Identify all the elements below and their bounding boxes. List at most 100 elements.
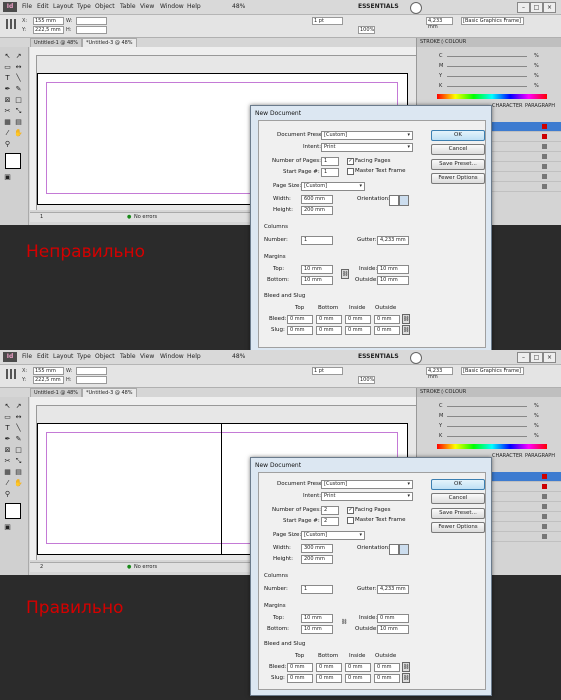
search-icon[interactable]	[410, 2, 422, 14]
workspace-switcher[interactable]: ESSENTIALS	[358, 353, 399, 360]
minimize-button[interactable]: –	[517, 352, 530, 363]
slug-inside-input[interactable]: 0 mm	[345, 326, 371, 335]
bleed-inside-input[interactable]: 0 mm	[345, 663, 371, 672]
slug-inside-input[interactable]: 0 mm	[345, 674, 371, 683]
cancel-button[interactable]: Cancel	[431, 493, 485, 504]
menu-layout[interactable]: Layout	[53, 353, 73, 360]
menu-edit[interactable]: Edit	[37, 353, 49, 360]
menu-window[interactable]: Window	[160, 3, 184, 10]
search-icon[interactable]	[410, 352, 422, 364]
rectangle-frame-tool-icon[interactable]: ⊠	[3, 446, 12, 455]
outside-margin-input[interactable]: 10 mm	[377, 625, 409, 634]
y-field[interactable]: 222,5 mm	[33, 376, 64, 384]
page-tool-icon[interactable]: ▭	[3, 63, 12, 72]
menu-table[interactable]: Table	[120, 3, 136, 10]
height-input[interactable]: 200 mm	[301, 555, 333, 564]
preflight-status[interactable]: No errors	[134, 214, 157, 220]
measure-field[interactable]: 4,233 mm	[426, 367, 453, 380]
intent-dropdown[interactable]: Print	[321, 143, 413, 152]
bleed-outside-input[interactable]: 0 mm	[374, 315, 400, 324]
link-bleed-icon[interactable]: ⛓	[402, 314, 410, 324]
pencil-tool-icon[interactable]: ✎	[14, 85, 23, 94]
zoom-level[interactable]: 48%	[232, 353, 245, 360]
width-input[interactable]: 600 mm	[301, 195, 333, 204]
normal-mode-icon[interactable]: ▣	[3, 523, 12, 532]
column-number-input[interactable]: 1	[301, 585, 333, 594]
tab-character[interactable]: CHARACTER	[492, 453, 522, 459]
bleed-outside-input[interactable]: 0 mm	[374, 663, 400, 672]
outside-margin-input[interactable]: 10 mm	[377, 276, 409, 285]
tab-colour[interactable]: ◊ COLOUR	[441, 39, 466, 45]
selection-tool-icon[interactable]: ↖	[3, 402, 12, 411]
menu-type[interactable]: Type	[77, 353, 91, 360]
channel-m-slider[interactable]	[447, 416, 527, 417]
menu-file[interactable]: File	[22, 3, 32, 10]
bleed-inside-input[interactable]: 0 mm	[345, 315, 371, 324]
gap-tool-icon[interactable]: ↔	[14, 63, 23, 72]
ok-button[interactable]: OK	[431, 130, 485, 141]
channel-c-slider[interactable]	[447, 406, 527, 407]
page-number[interactable]: 1	[40, 214, 43, 220]
cancel-button[interactable]: Cancel	[431, 144, 485, 155]
note-tool-icon[interactable]: ▤	[14, 468, 23, 477]
minimize-button[interactable]: –	[517, 2, 530, 13]
width-input[interactable]: 300 mm	[301, 544, 333, 553]
landscape-orientation-icon[interactable]	[399, 195, 409, 206]
rectangle-frame-tool-icon[interactable]: ⊠	[3, 96, 12, 105]
eyedropper-tool-icon[interactable]: ⁄	[3, 479, 12, 488]
colour-spectrum[interactable]	[437, 444, 547, 449]
menu-file[interactable]: File	[22, 353, 32, 360]
fewer-options-button[interactable]: Fewer Options	[431, 173, 485, 184]
column-number-input[interactable]: 1	[301, 236, 333, 245]
tab-colour[interactable]: ◊ COLOUR	[441, 389, 466, 395]
slug-top-input[interactable]: 0 mm	[287, 326, 313, 335]
page-number[interactable]: 2	[40, 564, 43, 570]
link-bleed-icon[interactable]: ⛓	[402, 662, 410, 672]
hand-tool-icon[interactable]: ✋	[14, 129, 23, 138]
start-page-input[interactable]: 2	[321, 517, 339, 526]
type-tool-icon[interactable]: T	[3, 424, 12, 433]
zoom-tool-icon[interactable]: ⚲	[3, 140, 12, 149]
direct-selection-tool-icon[interactable]: ↗	[14, 402, 23, 411]
menu-window[interactable]: Window	[160, 353, 184, 360]
channel-k-slider[interactable]	[447, 436, 527, 437]
selection-tool-icon[interactable]: ↖	[3, 52, 12, 61]
type-tool-icon[interactable]: T	[3, 74, 12, 83]
ok-button[interactable]: OK	[431, 479, 485, 490]
channel-c-slider[interactable]	[447, 56, 527, 57]
link-slug-icon[interactable]: ⛓	[402, 325, 410, 335]
opacity-field[interactable]: 100%	[358, 376, 375, 384]
close-button[interactable]: ×	[543, 352, 556, 363]
link-margins-icon[interactable]: ⛓	[341, 269, 349, 279]
channel-y-slider[interactable]	[447, 76, 527, 77]
slug-bottom-input[interactable]: 0 mm	[316, 674, 342, 683]
reference-point-icon[interactable]	[6, 369, 16, 379]
page-size-dropdown[interactable]: [Custom]	[301, 182, 365, 191]
tab-paragraph[interactable]: PARAGRAPH	[525, 453, 555, 459]
slug-outside-input[interactable]: 0 mm	[374, 326, 400, 335]
zoom-tool-icon[interactable]: ⚲	[3, 490, 12, 499]
tab-character[interactable]: CHARACTER	[492, 103, 522, 109]
menu-type[interactable]: Type	[77, 3, 91, 10]
transform-tool-icon[interactable]: ⤡	[14, 107, 23, 116]
slug-bottom-input[interactable]: 0 mm	[316, 326, 342, 335]
tab-stroke[interactable]: STROKE	[420, 39, 440, 45]
top-margin-input[interactable]: 10 mm	[301, 614, 333, 623]
zoom-level[interactable]: 48%	[232, 3, 245, 10]
menu-view[interactable]: View	[140, 3, 154, 10]
menu-view[interactable]: View	[140, 353, 154, 360]
pen-tool-icon[interactable]: ✒	[3, 435, 12, 444]
maximize-button[interactable]: □	[530, 352, 543, 363]
pages-input[interactable]: 2	[321, 506, 339, 515]
facing-pages-checkbox[interactable]: ✓	[347, 507, 354, 514]
slug-outside-input[interactable]: 0 mm	[374, 674, 400, 683]
save-preset-button[interactable]: Save Preset...	[431, 159, 485, 170]
menu-object[interactable]: Object	[95, 353, 115, 360]
gutter-input[interactable]: 4,233 mm	[377, 236, 409, 245]
frame-style-field[interactable]: [Basic Graphics Frame]	[461, 17, 524, 25]
master-text-frame-checkbox[interactable]	[347, 168, 354, 175]
y-field[interactable]: 222,5 mm	[33, 26, 64, 34]
gradient-tool-icon[interactable]: ▦	[3, 468, 12, 477]
page-size-dropdown[interactable]: [Custom]	[301, 531, 365, 540]
gutter-input[interactable]: 4,233 mm	[377, 585, 409, 594]
